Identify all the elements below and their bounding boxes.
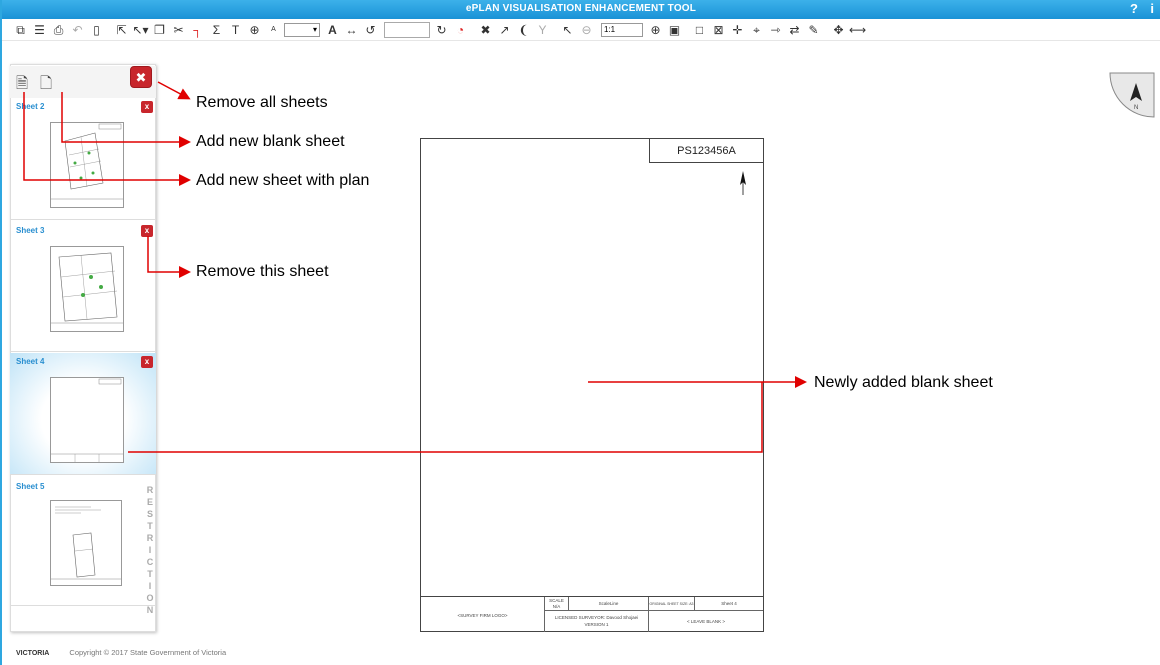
victoria-logo: VICTORIA — [16, 650, 50, 657]
arrow-remove-this — [147, 236, 191, 278]
copyright-text: Copyright © 2017 State Government of Vic… — [69, 648, 227, 657]
footer: VICTORIA Copyright © 2017 State Governme… — [16, 648, 226, 657]
svg-text:N: N — [1134, 105, 1138, 111]
compass-icon[interactable]: N — [1108, 71, 1156, 121]
app-window: ePLAN VISUALISATION ENHANCEMENT TOOL ? i… — [0, 0, 1160, 665]
annotation-arrows — [23, 81, 807, 453]
arrow-add-with-plan — [23, 92, 191, 186]
arrow-remove-all — [157, 81, 191, 100]
arrow-add-blank — [61, 92, 191, 148]
arrow-newly-added-bottom — [128, 382, 763, 453]
